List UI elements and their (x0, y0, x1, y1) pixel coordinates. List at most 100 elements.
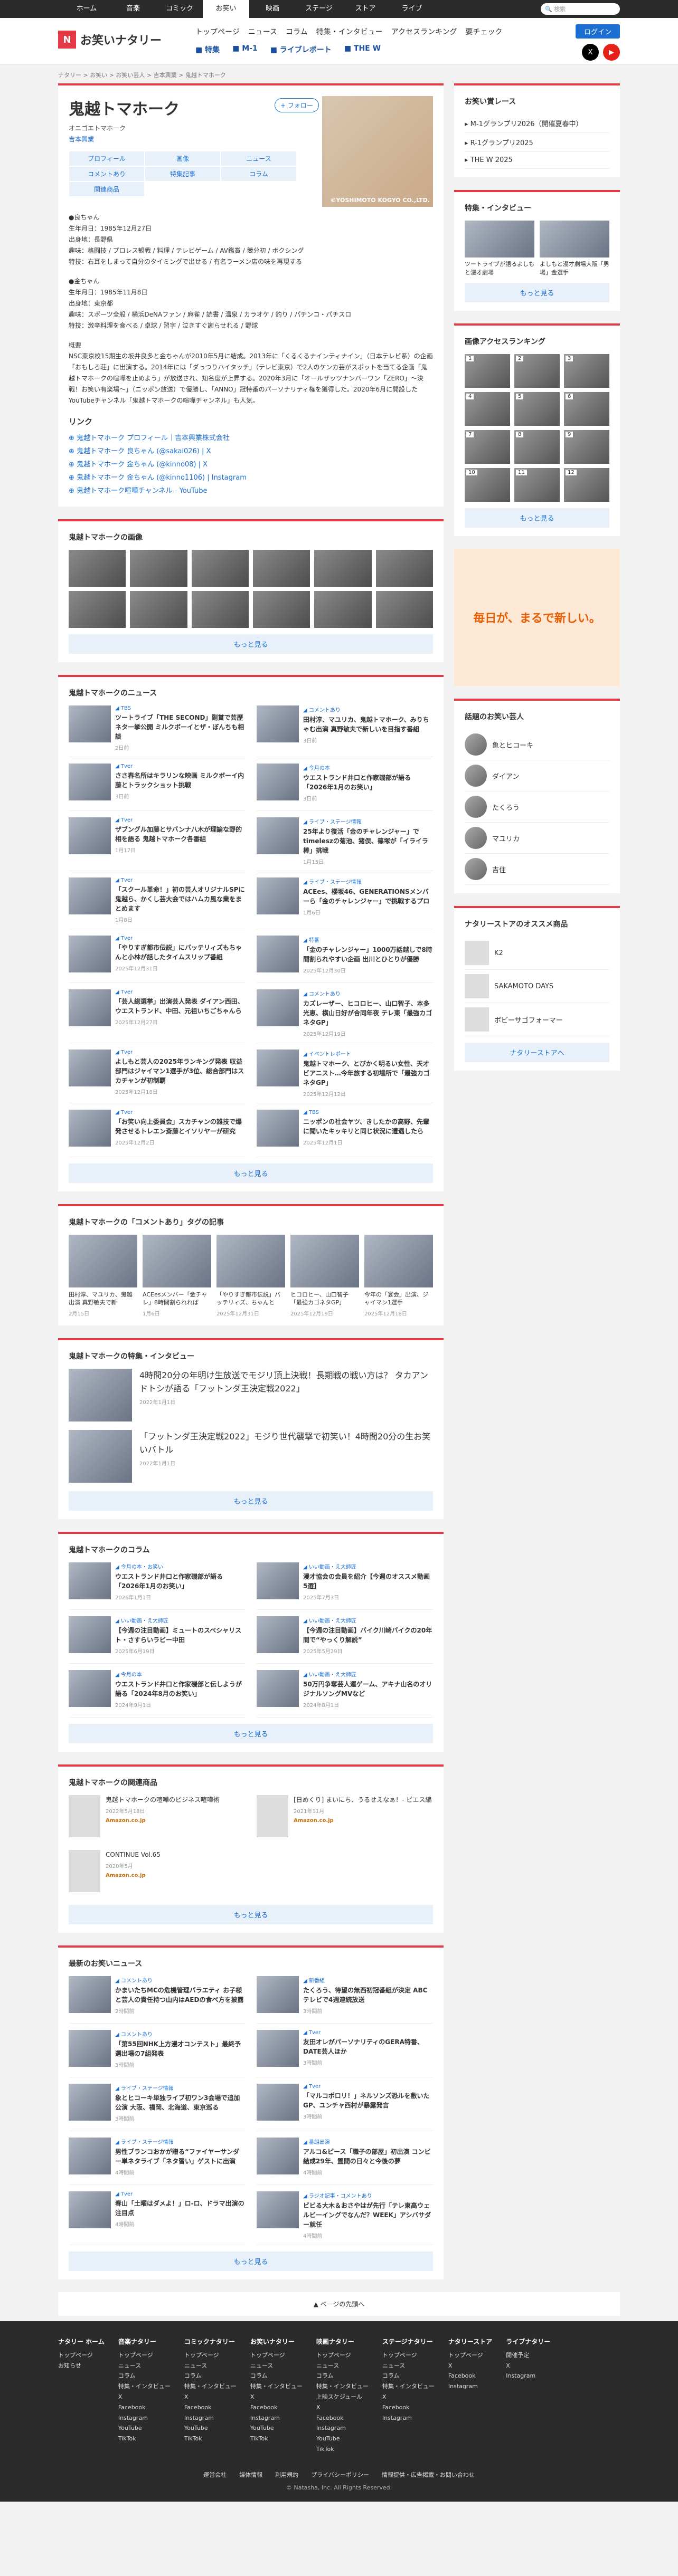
news-item[interactable]: ◢ コメントあり 田村淳、マユリカ、鬼越トマホーク、みりちゃむ出演 真野敏夫で新し… (257, 705, 433, 757)
footer-link[interactable]: TikTok (118, 2434, 171, 2444)
rank-thumb[interactable]: 1 (465, 354, 510, 388)
tagged-item[interactable]: ACEesメンバー「金チャレ」8時間割られれば 1月6日 (143, 1235, 211, 1317)
footer-link[interactable]: 特集・インタビュー (118, 2381, 171, 2392)
footer-link[interactable]: X (250, 2392, 303, 2402)
rank-thumb[interactable]: 4 (465, 392, 510, 426)
rank-thumb[interactable]: 2 (514, 354, 560, 388)
footer-link[interactable]: トップページ (448, 2350, 492, 2361)
footer-link[interactable]: 特集・インタビュー (382, 2381, 435, 2392)
side-ad[interactable]: 毎日が、まるで新しい。 (454, 549, 620, 686)
side-feature-item[interactable]: よしもと漫才劇場大阪「男場」金選手 (540, 221, 609, 276)
footer-link[interactable]: YouTube (316, 2434, 369, 2444)
latest-item[interactable]: ◢ Tver 友田オレがパーソナリティのGERA特番、DATE芸人ほか 3時間前 (257, 2029, 433, 2077)
footer-link[interactable]: Facebook (316, 2413, 369, 2424)
footer-link[interactable]: ニュース (250, 2361, 303, 2371)
external-link[interactable]: ⊕ 鬼越トマホーク 金ちゃん (@kinno1106) | Instagram (69, 472, 433, 482)
column-item[interactable]: ◢ 今月の本 ウエストランド井口と作家磯部と伝しようが語る「2024年8月のお笑い… (69, 1669, 245, 1718)
subnav-item[interactable]: ■ ライブレポート (270, 44, 332, 55)
footer-link[interactable]: ニュース (184, 2361, 237, 2371)
footer-link[interactable]: トップページ (382, 2350, 435, 2361)
news-item[interactable]: ◢ Tver よしもと芸人の2025年ランキング発表 収益部門はジャイマン1選手が… (69, 1050, 245, 1103)
gnav-item[interactable]: トップページ (195, 26, 240, 37)
latest-item[interactable]: ◢ Tver 春山「土曜はダメよ！」ロ-ロ、ドラマ出演の注目点 4時間前 (69, 2191, 245, 2245)
footer-link[interactable]: コラム (250, 2371, 303, 2381)
images-more-button[interactable]: もっと見る (69, 634, 433, 654)
subnav-item[interactable]: ■ M-1 (232, 44, 258, 55)
news-item[interactable]: ◢ Tver 「スクール革命！」初の芸人オリジナルSPに鬼越ら、かくし芸大会ではハ… (69, 877, 245, 929)
image-thumb[interactable] (130, 550, 187, 587)
image-thumb[interactable] (375, 591, 433, 628)
footer-link[interactable]: トップページ (316, 2350, 369, 2361)
footer-link[interactable]: X (506, 2361, 550, 2371)
external-link[interactable]: ⊕ 鬼越トマホーク喧嘩チャンネル - YouTube (69, 485, 433, 495)
footer-link[interactable]: Facebook (184, 2402, 237, 2413)
product-item[interactable]: [日めくり] まいにち、うるせえなぁ！- ビエス編 2021年11月 Amazon.… (257, 1795, 433, 1837)
footer-link[interactable]: TikTok (316, 2444, 369, 2455)
footer-link[interactable]: TikTok (250, 2434, 303, 2444)
tagged-item[interactable]: ヒコロヒー、山口智子「最強カゴネタGP」 2025年12月19日 (290, 1235, 359, 1317)
footer-bottom-link[interactable]: 運営会社 (203, 2470, 227, 2479)
external-link[interactable]: ⊕ 鬼越トマホーク プロフィール｜吉本興業株式会社 (69, 432, 433, 442)
top-tab[interactable]: お笑い (203, 0, 249, 18)
external-link[interactable]: ⊕ 鬼越トマホーク 良ちゃん (@sakai026) | X (69, 445, 433, 455)
footer-link[interactable]: トップページ (58, 2350, 105, 2361)
award-link[interactable]: ▸ R-1グランプリ2025 (465, 133, 609, 152)
tagged-item[interactable]: 今年の「宴会」出演、ジャイマン1選手 2025年12月18日 (364, 1235, 433, 1317)
person-item[interactable]: 象とヒコーキ (465, 729, 609, 760)
footer-link[interactable]: 特集・インタビュー (316, 2381, 369, 2392)
footer-heading[interactable]: お笑いナタリー (250, 2337, 303, 2346)
footer-heading[interactable]: ステージナタリー (382, 2337, 435, 2346)
footer-heading[interactable]: コミックナタリー (184, 2337, 237, 2346)
feature-item[interactable]: 4時間20分の年明け生放送でモジリ頂上決戦！長期戦の戦い方は？ タカアンドトシが… (69, 1368, 433, 1421)
footer-link[interactable]: トップページ (250, 2350, 303, 2361)
product-item[interactable]: 鬼越トマホークの喧嘩のビジネス喧嘩術 2022年5月18日 Amazon.co.jp (69, 1795, 245, 1837)
award-link[interactable]: ▸ M-1グランプリ2026（開催夏春中） (465, 114, 609, 133)
column-item[interactable]: ◢ いい動画・え大師匠 【今週の注目動画】バイク川崎バイクの20年間で“やっくり解… (257, 1616, 433, 1664)
footer-link[interactable]: Facebook (250, 2402, 303, 2413)
footer-link[interactable]: YouTube (250, 2423, 303, 2434)
footer-link[interactable]: X (382, 2392, 435, 2402)
columns-more-button[interactable]: もっと見る (69, 1723, 433, 1743)
gnav-item[interactable]: コラム (286, 26, 308, 37)
image-thumb[interactable] (314, 591, 372, 628)
footer-link[interactable]: YouTube (184, 2423, 237, 2434)
rank-thumb[interactable]: 7 (465, 430, 510, 464)
rank-thumb[interactable]: 3 (564, 354, 609, 388)
footer-link[interactable]: コラム (382, 2371, 435, 2381)
top-tab[interactable]: ライブ (389, 0, 435, 18)
latest-item[interactable]: ◢ コメントあり かまいたちMCの危機管理バラエティ お子様と芸人の責任持つ山内は… (69, 1976, 245, 2024)
side-rank-more[interactable]: もっと見る (465, 508, 609, 528)
category-link[interactable]: 画像 (145, 151, 221, 166)
category-link[interactable]: コラム (221, 166, 297, 182)
latest-item[interactable]: ◢ 新番組 たくろう、待望の無西初冠番組が決定 ABCテレビで4週連続放送 3時間前 (257, 1976, 433, 2024)
news-item[interactable]: ◢ Tver 「お笑い向上委員会」スカチャンの雑技で爆発させるトレエン斎藤とイソリ… (69, 1110, 245, 1157)
footer-link[interactable]: X (448, 2361, 492, 2371)
feature-item[interactable]: 「フットンダ王決定戦2022」モジり世代襲撃で初笑い！4時間20分の生お笑いバト… (69, 1429, 433, 1483)
footer-link[interactable]: Instagram (382, 2413, 435, 2424)
image-thumb[interactable] (130, 591, 187, 628)
latest-item[interactable]: ◢ ライブ・ステージ情報 男性ブランコおかが贈る“ファイヤーサンダー単ネタライブ「… (69, 2137, 245, 2185)
latest-more-button[interactable]: もっと見る (69, 2251, 433, 2271)
rank-thumb[interactable]: 8 (514, 430, 560, 464)
latest-item[interactable]: ◢ コメントあり 「第55回NHK上方漫才コンテスト」最終予選出場の7組発表 3時間… (69, 2029, 245, 2077)
footer-heading[interactable]: ナタリー ホーム (58, 2337, 105, 2346)
external-link[interactable]: ⊕ 鬼越トマホーク 金ちゃん (@kinno08) | X (69, 459, 433, 469)
category-link[interactable]: コメントあり (69, 166, 145, 182)
footer-link[interactable]: 上映スケジュール (316, 2392, 369, 2402)
top-tab[interactable]: 音楽 (110, 0, 156, 18)
top-tab[interactable]: ステージ (296, 0, 342, 18)
footer-link[interactable]: Facebook (382, 2402, 435, 2413)
top-tab[interactable]: ストア (342, 0, 389, 18)
news-item[interactable]: ◢ TBS ニッポンの社会ヤツ、きしたかの高野、先輩に聞いたキッキリと同じ状況に遭… (257, 1110, 433, 1157)
news-item[interactable]: ◢ 今月の本 ウエストランド井口と作家磯部が語る「2026年1月のお笑い」 3日前 (257, 764, 433, 811)
gnav-item[interactable]: ニュース (248, 26, 277, 37)
follow-button[interactable]: + フォロー (275, 98, 319, 112)
image-thumb[interactable] (253, 550, 310, 587)
x-icon[interactable]: X (582, 44, 599, 61)
category-link[interactable]: 特集記事 (145, 166, 221, 182)
gnav-item[interactable]: 特集・インタビュー (316, 26, 383, 37)
products-more-button[interactable]: もっと見る (69, 1904, 433, 1924)
news-item[interactable]: ◢ ライブ・ステージ情報 ACEes、櫻坂46、GENERATIONSメンバーら「… (257, 877, 433, 929)
site-logo[interactable]: N お笑いナタリー (58, 31, 162, 49)
subnav-item[interactable]: ■ THE W (344, 44, 381, 55)
